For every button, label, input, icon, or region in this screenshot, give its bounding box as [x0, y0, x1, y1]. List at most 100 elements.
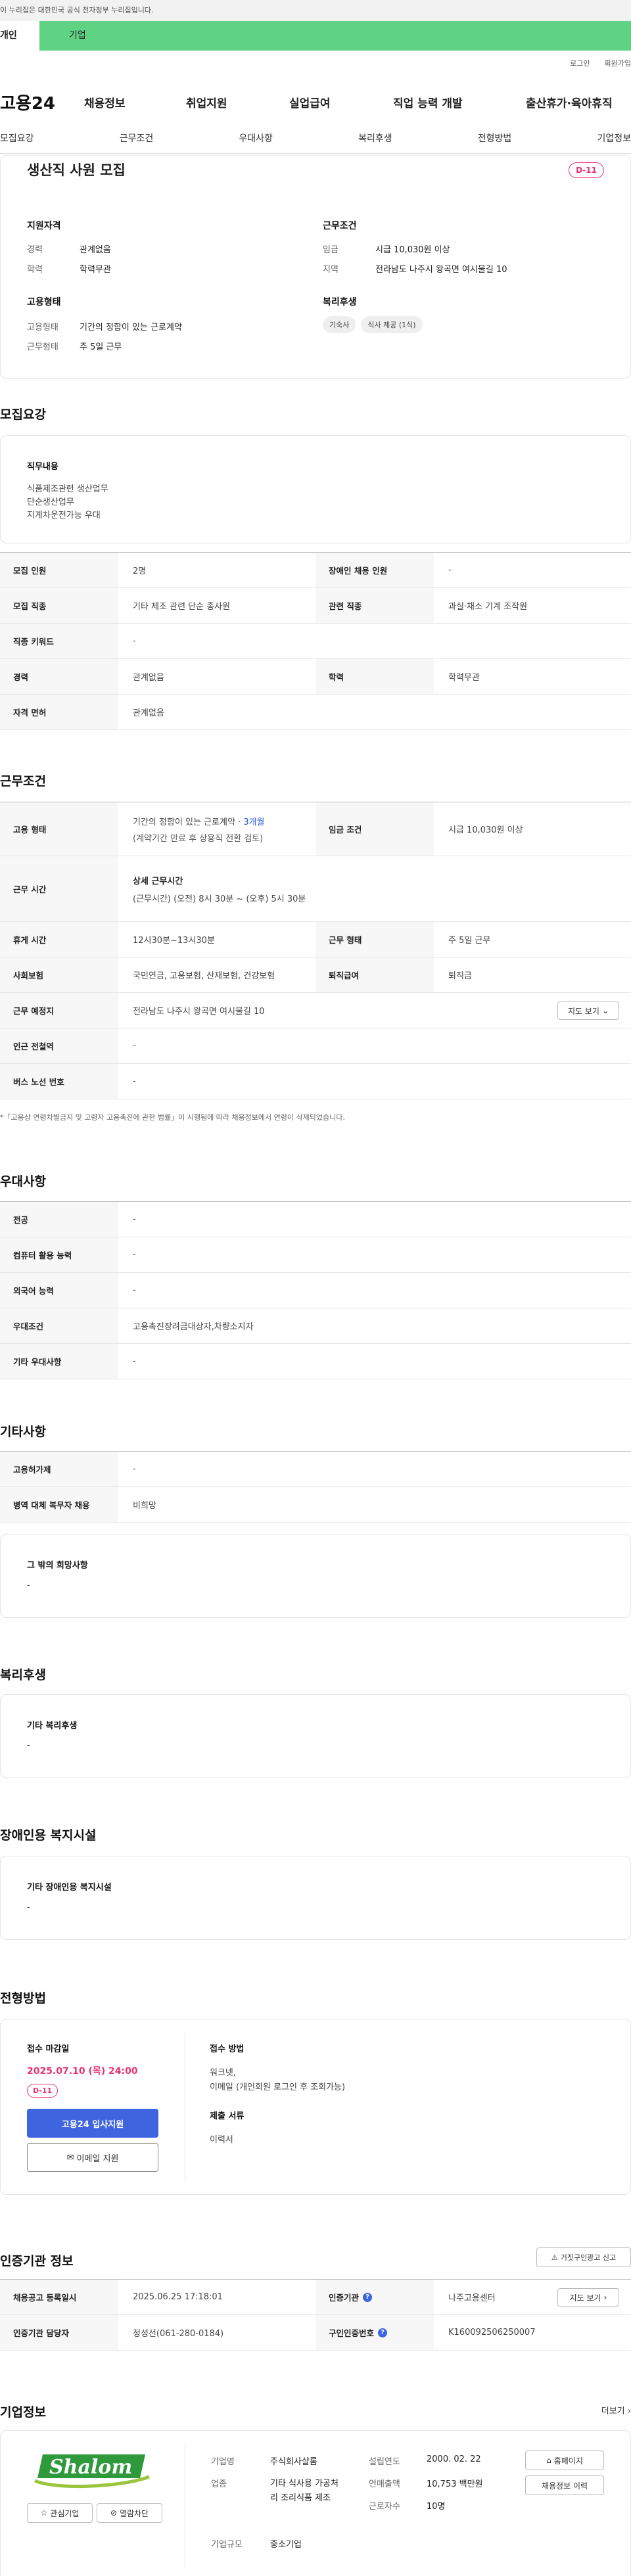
gnb-item-employment-support[interactable]: 취업지원 — [186, 94, 227, 110]
tab-company[interactable]: 기업 — [39, 21, 631, 51]
disability-card: 기타 장애인용 복지시설 - — [0, 1856, 631, 1940]
gnb-item-parental-leave[interactable]: 출산휴가·육아휴직 — [526, 94, 613, 110]
row-label: 병역 대체 복무자 채용 — [0, 1487, 118, 1522]
agency-map-button[interactable]: 지도 보기 › — [557, 2288, 619, 2307]
section-nav-conditions[interactable]: 근무조건 — [120, 131, 154, 153]
section-nav-recruit[interactable]: 모집요강 — [0, 131, 34, 153]
help-icon[interactable]: ? — [378, 2328, 388, 2337]
mail-icon: ✉ — [66, 2152, 74, 2163]
tab-individual[interactable]: 개인 — [0, 21, 39, 51]
favorite-company-button[interactable]: ☆ 관심기업 — [27, 2503, 93, 2523]
gnb-item-unemployment-benefit[interactable]: 실업급여 — [289, 94, 331, 110]
table-row: 경력 관계없음 학력 학력무관 — [0, 659, 631, 695]
row-label: 사회보험 — [0, 957, 118, 992]
row-label: 모집 직종 — [0, 588, 118, 623]
duty-line: 지게차운전가능 우대 — [27, 511, 101, 520]
section-nav-process[interactable]: 전형방법 — [478, 131, 512, 153]
table-row: 휴게 시간 12시30분~13시30분 근무 형태 주 5일 근무 — [0, 922, 631, 957]
table-row: 모집 인원 2명 장애인 채용 인원 - — [0, 553, 631, 588]
table-row: 기타 우대사항 - — [0, 1344, 631, 1379]
hiring-history-button[interactable]: 채용정보 이력 — [525, 2475, 604, 2495]
row-label: 우대조건 — [0, 1308, 118, 1343]
login-link[interactable]: 로그인 — [570, 58, 590, 68]
welfare-chips: 기숙사 식사 제공 (1식) — [323, 316, 423, 333]
join-link[interactable]: 회원가입 — [605, 58, 631, 68]
wage-value: 시급 10,030원 이상 — [375, 245, 450, 255]
row-value: 2명 — [133, 566, 147, 576]
preference-table: 전공 - 컴퓨터 활용 능력 - 외국어 능력 - 우대조건 고용촉진장려금대상자,차량… — [0, 1201, 631, 1379]
apply-button[interactable]: 고용24 입사지원 — [27, 2109, 158, 2138]
block-view-button[interactable]: ⊘ 열람차단 — [97, 2503, 162, 2523]
section-nav-preference[interactable]: 우대사항 — [239, 131, 273, 153]
top-links: 로그인 회원가입 — [570, 58, 631, 68]
row-label: 근무 시간 — [0, 856, 118, 921]
row-label: 장애인 채용 인원 — [316, 553, 434, 587]
etc-heading: 기타사항 — [0, 1425, 46, 1439]
section-nav-company[interactable]: 기업정보 — [597, 131, 631, 153]
row-value: - — [133, 636, 136, 646]
work-time-detail: (근무시간) (오전) 8시 30분 ~ (오후) 5시 30분 — [133, 894, 306, 904]
row-label: 고용허가제 — [0, 1452, 118, 1486]
help-icon[interactable]: ? — [363, 2292, 373, 2302]
email-apply-button[interactable]: ✉ 이메일 지원 — [27, 2143, 158, 2172]
deadline-title: 접수 마감일 — [27, 2044, 70, 2054]
report-fake-ad-button[interactable]: ⚠ 거짓구인광고 신고 — [536, 2247, 631, 2267]
table-row: 고용허가제 - — [0, 1452, 631, 1487]
welfare-chip: 기숙사 — [323, 316, 356, 333]
documents-value: 이력서 — [210, 2135, 233, 2145]
company-size-value: 중소기업 — [270, 2540, 302, 2550]
gnb-item-jobs[interactable]: 채용정보 — [84, 94, 126, 110]
report-fake-ad-label: 거짓구인광고 신고 — [560, 2253, 617, 2262]
agency-heading: 인증기관 정보 — [0, 2254, 74, 2268]
row-label: 모집 인원 — [0, 553, 118, 587]
site-logo[interactable]: 고용24 — [0, 90, 84, 114]
row-value: 기간의 정함이 있는 근로계약 · 3개월 (계약기간 만료 후 상용직 전환 … — [118, 802, 316, 856]
table-row: 인근 전철역 - — [0, 1028, 631, 1064]
preference-heading: 우대사항 — [0, 1174, 46, 1189]
recruit-table: 모집 인원 2명 장애인 채용 인원 - 모집 직종 기타 제조 관련 단순 종사원 관련… — [0, 552, 631, 730]
qualification-title: 지원자격 — [27, 221, 61, 231]
career-value: 관계없음 — [80, 245, 111, 255]
contract-note: (계약기간 만료 후 상용직 전환 검토) — [133, 833, 264, 844]
company-heading: 기업정보 — [0, 2405, 46, 2420]
disability-heading: 장애인용 복지시설 — [0, 1828, 97, 1843]
deadline-value: 2025.07.10 (목) 24:00 — [27, 2066, 138, 2077]
section-nav-welfare[interactable]: 복리후생 — [358, 131, 392, 153]
duty-title: 직무내용 — [27, 462, 58, 472]
map-view-label: 지도 보기 — [567, 1006, 599, 1016]
block-icon: ⊘ — [110, 2508, 117, 2518]
homepage-button[interactable]: ⌂ 홈페이지 — [525, 2450, 604, 2470]
row-value: 학력무관 — [448, 673, 480, 683]
row-value: - — [133, 1076, 136, 1086]
etc-table: 고용허가제 - 병역 대체 복무자 채용 비희망 — [0, 1451, 631, 1523]
wage-label: 임금 — [323, 245, 339, 255]
table-row: 직종 키워드 - — [0, 624, 631, 659]
company-more-link[interactable]: 더보기 › — [601, 2404, 631, 2416]
table-row: 근무 예정지 전라남도 나주시 왕곡면 여시물길 10 지도 보기 ⌄ — [0, 993, 631, 1028]
table-row: 인증기관 담당자 정성선(061-280-0184) 구인인증번호? K1600… — [0, 2315, 631, 2351]
agency-map-label: 지도 보기 — [569, 2293, 601, 2303]
map-view-button[interactable]: 지도 보기 ⌄ — [557, 1001, 619, 1020]
row-value: 관계없음 — [133, 673, 164, 683]
industry-label: 업종 — [211, 2479, 227, 2489]
duty-line: 단순생산업무 — [27, 497, 74, 507]
table-row: 병역 대체 복무자 채용 비희망 — [0, 1487, 631, 1523]
row-label: 외국어 능력 — [0, 1273, 118, 1308]
welfare-card: 기타 복리후생 - — [0, 1694, 631, 1778]
global-nav: 고용24 채용정보 취업지원 실업급여 직업 능력 개발 출산휴가·육아휴직 — [0, 89, 631, 115]
work-days-label: 근무형태 — [27, 342, 58, 352]
row-value: 12시30분~13시30분 — [133, 936, 215, 946]
recruit-heading: 모집요강 — [0, 407, 46, 422]
agency-table: 채용공고 등록일시 2025.06.25 17:18:01 인증기관? 나주고용… — [0, 2279, 631, 2351]
row-value: - — [133, 1356, 136, 1366]
row-value: - — [133, 1250, 136, 1260]
row-value: - — [448, 565, 452, 575]
row-label: 버스 노선 번호 — [0, 1064, 118, 1099]
table-row: 우대조건 고용촉진장려금대상자,차량소지자 — [0, 1308, 631, 1344]
table-row: 고용 형태 기간의 정함이 있는 근로계약 · 3개월 (계약기간 만료 후 상… — [0, 802, 631, 856]
contract-months: 3개월 — [243, 817, 265, 827]
row-label: 고용 형태 — [0, 802, 118, 856]
row-value: 국민연금, 고용보험, 산재보험, 건강보험 — [133, 971, 275, 981]
gnb-item-training[interactable]: 직업 능력 개발 — [393, 94, 463, 110]
row-value: 전라남도 나주시 왕곡면 여시물길 10 — [133, 1007, 265, 1017]
